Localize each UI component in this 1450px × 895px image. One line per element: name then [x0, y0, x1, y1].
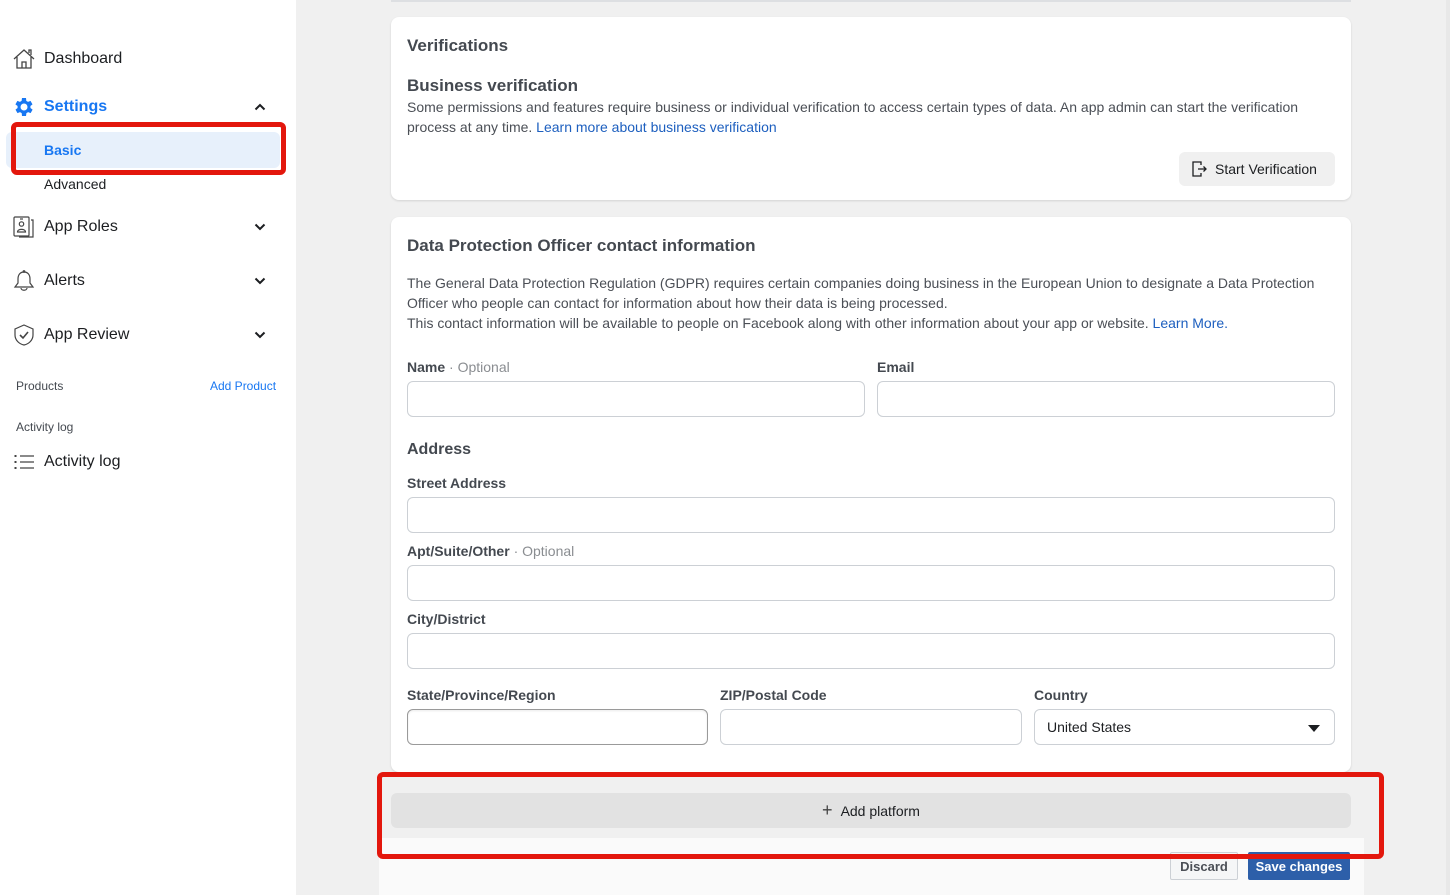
email-input[interactable]: [877, 381, 1335, 417]
chevron-down-icon[interactable]: [250, 325, 270, 345]
business-verification-title: Business verification: [407, 76, 579, 95]
dpo-description-line1: The General Data Protection Regulation (…: [407, 275, 1315, 311]
dpo-description-line2: This contact information will be availab…: [407, 315, 1149, 331]
country-label: Country: [1034, 687, 1088, 703]
sidebar-item-app-review[interactable]: App Review: [0, 317, 296, 353]
city-district-input[interactable]: [407, 633, 1335, 669]
learn-more-link[interactable]: Learn More.: [1153, 315, 1228, 331]
address-heading: Address: [407, 441, 472, 458]
state-input[interactable]: [407, 709, 708, 745]
business-verification-description: Some permissions and features require bu…: [407, 97, 1327, 137]
start-verification-label: Start Verification: [1215, 161, 1317, 177]
zip-label: ZIP/Postal Code: [720, 687, 827, 703]
dpo-title: Data Protection Officer contact informat…: [407, 236, 756, 255]
bell-icon: [12, 269, 36, 293]
sidebar-item-label: App Review: [44, 326, 130, 343]
sidebar-item-label: Activity log: [44, 453, 121, 470]
chevron-down-icon[interactable]: [250, 271, 270, 291]
dpo-description: The General Data Protection Regulation (…: [407, 273, 1327, 333]
sidebar-item-label: App Roles: [44, 218, 118, 235]
zip-input[interactable]: [720, 709, 1022, 745]
previous-card-bottom: [391, 0, 1351, 2]
chevron-down-icon[interactable]: [250, 217, 270, 237]
id-badge-icon: [12, 215, 36, 239]
state-label: State/Province/Region: [407, 687, 556, 703]
apt-suite-label: Apt/Suite/Other · Optional: [407, 543, 574, 559]
apt-label-text: Apt/Suite/Other: [407, 543, 510, 559]
page-scrollbar[interactable]: [1446, 0, 1450, 895]
street-address-label: Street Address: [407, 475, 507, 491]
optional-tag: · Optional: [449, 359, 510, 375]
apt-suite-input[interactable]: [407, 565, 1335, 601]
gear-icon: [12, 95, 36, 119]
learn-more-business-verification-link[interactable]: Learn more about business verification: [536, 119, 776, 135]
sidebar-item-alerts[interactable]: Alerts: [0, 263, 296, 299]
sidebar-item-dashboard[interactable]: Dashboard: [0, 41, 296, 77]
name-label-text: Name: [407, 359, 446, 375]
verifications-title: Verifications: [407, 36, 509, 55]
home-icon: [12, 47, 36, 71]
name-label: Name · Optional: [407, 359, 510, 375]
sidebar-item-settings[interactable]: Settings: [0, 89, 296, 125]
shield-check-icon: [12, 323, 36, 347]
sidebar-subitem-advanced[interactable]: Advanced: [6, 166, 280, 202]
verifications-card: Verifications Business verification Some…: [391, 17, 1351, 200]
start-verification-button[interactable]: Start Verification: [1179, 152, 1335, 186]
sidebar-item-activity-log[interactable]: Activity log: [0, 444, 296, 480]
add-product-link[interactable]: Add Product: [210, 379, 276, 393]
optional-tag: · Optional: [513, 543, 575, 559]
sidebar-item-label: Dashboard: [44, 50, 123, 67]
add-platform-button[interactable]: + Add platform: [391, 793, 1351, 828]
list-icon: [12, 450, 36, 474]
sidebar: Dashboard Settings Basic Advanced App Ro…: [0, 0, 296, 895]
sidebar-item-app-roles[interactable]: App Roles: [0, 209, 296, 245]
sidebar-item-label: Alerts: [44, 272, 85, 289]
country-selected-value: United States: [1047, 719, 1132, 735]
dpo-card: Data Protection Officer contact informat…: [391, 217, 1351, 772]
caret-down-icon: [1308, 725, 1320, 732]
plus-icon: +: [822, 800, 833, 820]
sidebar-subitem-basic[interactable]: Basic: [6, 132, 280, 168]
discard-button[interactable]: Discard: [1170, 852, 1238, 880]
email-label: Email: [877, 359, 915, 375]
city-district-label: City/District: [407, 611, 486, 627]
products-section-label: Products: [16, 379, 64, 393]
save-changes-button[interactable]: Save changes: [1248, 852, 1350, 880]
exit-icon: [1191, 160, 1207, 178]
add-platform-label: Add platform: [840, 802, 920, 819]
chevron-up-icon[interactable]: [250, 97, 270, 117]
name-input[interactable]: [407, 381, 865, 417]
street-address-input[interactable]: [407, 497, 1335, 533]
sidebar-item-label: Settings: [44, 98, 108, 115]
country-select[interactable]: United States: [1034, 709, 1335, 745]
activity-section-label: Activity log: [16, 420, 74, 434]
